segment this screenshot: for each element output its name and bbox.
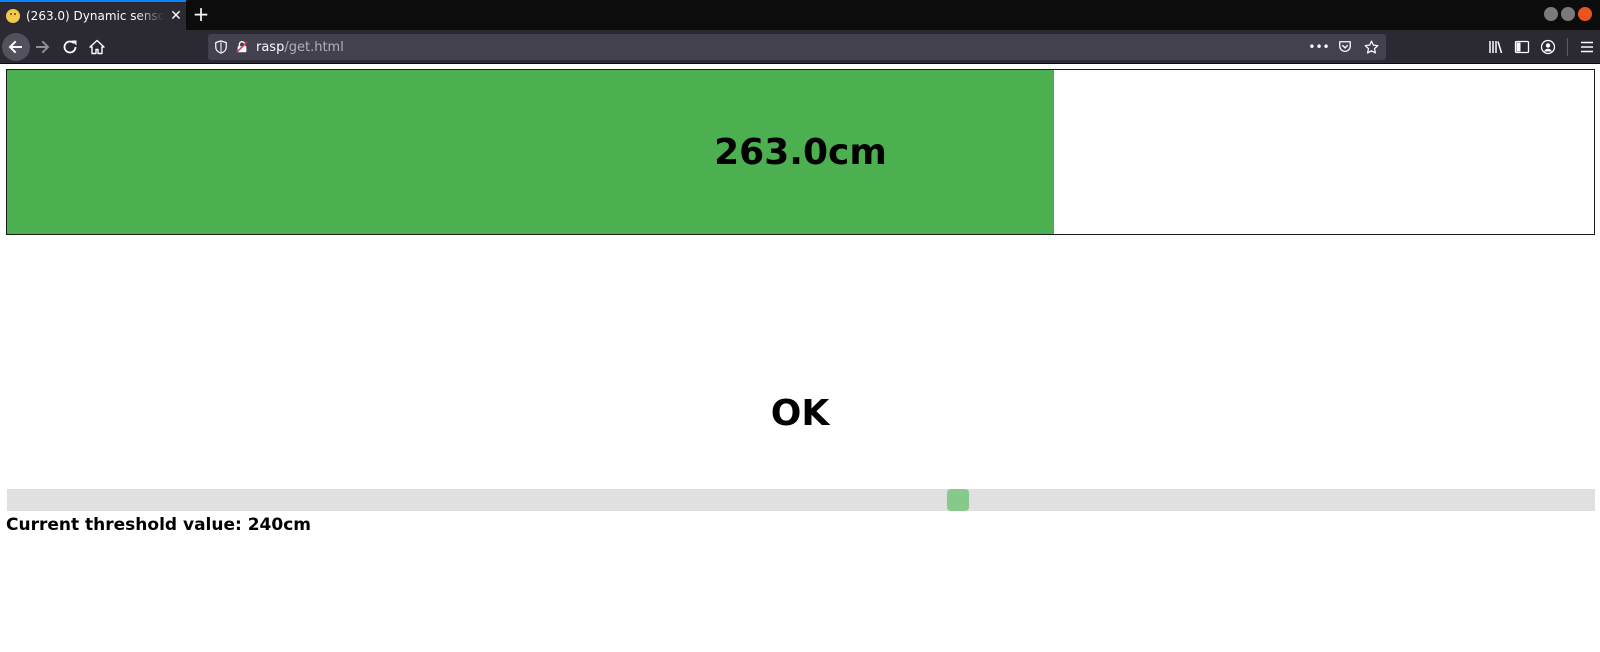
close-window-button[interactable] (1578, 7, 1592, 21)
page-content: 263.0cm OK Current threshold value: 240c… (0, 65, 1600, 652)
maximize-button[interactable] (1561, 7, 1575, 21)
insecure-lock-icon[interactable] (232, 34, 252, 60)
distance-reading: 263.0cm (714, 131, 887, 173)
minimize-button[interactable] (1544, 7, 1558, 21)
hamburger-menu-icon[interactable] (1574, 34, 1600, 60)
sidebar-icon[interactable] (1509, 34, 1535, 60)
account-icon[interactable] (1535, 34, 1561, 60)
reload-icon (63, 40, 77, 54)
smiley-face-icon (6, 9, 20, 23)
new-tab-button[interactable]: + (190, 4, 212, 26)
page-actions-menu-icon[interactable]: ••• (1308, 36, 1330, 58)
reload-button[interactable] (56, 33, 84, 61)
close-tab-icon[interactable]: ✕ (168, 8, 184, 24)
tab-title: (263.0) Dynamic sensor d (26, 9, 164, 23)
tab-strip: (263.0) Dynamic sensor d ✕ + (0, 0, 1600, 30)
threshold-slider[interactable] (7, 489, 1595, 511)
arrow-left-icon (8, 40, 22, 54)
tracking-protection-shield-icon[interactable] (210, 34, 232, 60)
back-button[interactable] (2, 33, 30, 61)
status-text: OK (770, 393, 830, 434)
distance-meter: 263.0cm (6, 69, 1595, 235)
bookmark-star-icon[interactable] (1360, 36, 1382, 58)
home-icon (89, 39, 105, 55)
navigation-toolbar: rasp/get.html ••• (0, 30, 1600, 64)
threshold-slider-thumb[interactable] (947, 489, 969, 511)
library-icon[interactable] (1483, 34, 1509, 60)
window-controls (1544, 7, 1592, 21)
forward-button[interactable] (28, 33, 56, 61)
page-actions: ••• (1308, 34, 1382, 60)
url-host: rasp (256, 39, 285, 55)
url-path: /get.html (284, 39, 344, 55)
toolbar-right (1483, 33, 1600, 61)
threshold-label: Current threshold value: 240cm (6, 515, 311, 535)
home-button[interactable] (83, 33, 111, 61)
toolbar-separator (1567, 38, 1568, 56)
browser-tab[interactable]: (263.0) Dynamic sensor d ✕ (0, 0, 186, 30)
pocket-icon[interactable] (1334, 36, 1356, 58)
url-text[interactable]: rasp/get.html (256, 40, 344, 55)
arrow-right-icon (36, 40, 50, 54)
address-bar[interactable]: rasp/get.html ••• (208, 34, 1386, 60)
